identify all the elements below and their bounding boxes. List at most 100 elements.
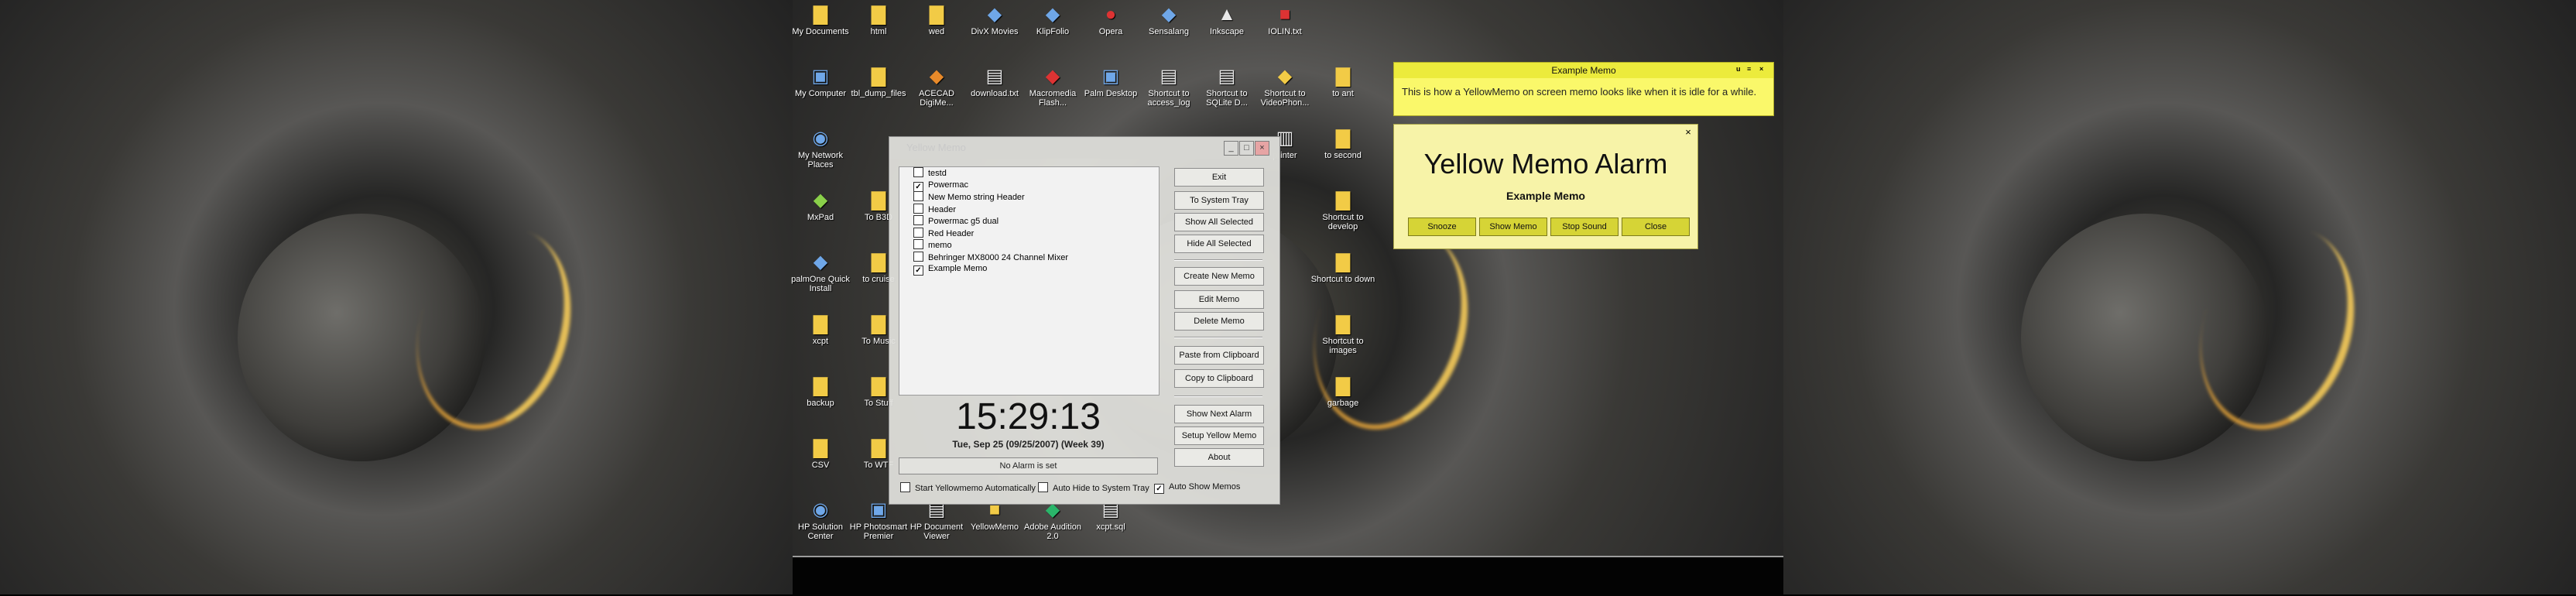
folder-icon: ▇ [1335,313,1351,334]
delete-memo-button[interactable]: Delete Memo [1174,312,1264,331]
alarm-memo-name: Example Memo [1506,190,1585,202]
memo-list-item[interactable]: testd [899,167,1159,180]
desktop-icon-iolin[interactable]: ■ IOLIN.txt [1252,2,1317,53]
option-start-automatically[interactable]: Start Yellowmemo Automatically [900,482,1036,493]
memo-list[interactable]: testd ✓ Powermac New Memo string Header H… [899,166,1160,396]
folder-icon: ▇ [1335,128,1351,149]
show-all-selected-button[interactable]: Show All Selected [1174,213,1264,231]
close-icon[interactable]: × [1255,141,1269,156]
desktop-icon-my-documents[interactable]: ▇ My Documents [788,2,853,53]
desktop-icon-wed[interactable]: ▇ wed [904,2,969,53]
paste-from-clipboard-button[interactable]: Paste from Clipboard [1174,346,1264,365]
desktop-icon-garbage[interactable]: ▇ garbage [1310,373,1375,424]
app-icon: ◆ [1161,4,1177,25]
about-button[interactable]: About [1174,448,1264,467]
desktop-icon-shortcut-develop[interactable]: ▇ Shortcut to develop [1310,187,1375,238]
minimize-icon[interactable]: _ [1224,141,1238,156]
memo-menu-icon[interactable]: ≡ [1747,66,1754,73]
memo-list-item[interactable]: ✓ Powermac [899,180,1159,192]
folder-icon: ▇ [1335,252,1351,272]
memo-checkbox[interactable] [913,203,923,214]
folder-icon: ▇ [871,4,886,25]
desktop-icon-palmone[interactable]: ◆ palmOne Quick Install [788,249,853,300]
desktop-icon-my-computer[interactable]: ▣ My Computer [788,63,853,115]
memo-checkbox[interactable] [913,215,923,225]
app-icon: ◆ [813,252,828,272]
memo-list-item[interactable]: New Memo string Header [899,191,1159,204]
desktop-icon-mxpad[interactable]: ◆ MxPad [788,187,853,238]
memo-checkbox[interactable]: ✓ [913,265,923,276]
to-system-tray-button[interactable]: To System Tray [1174,191,1264,210]
option-checkbox[interactable] [900,482,910,492]
desktop-icon-html[interactable]: ▇ html [846,2,911,53]
hide-all-selected-button[interactable]: Hide All Selected [1174,235,1264,253]
memo-checkbox[interactable] [913,251,923,262]
hp-icon: ▣ [869,499,888,520]
desktop-icon-palm-desktop[interactable]: ▣ Palm Desktop [1078,63,1143,115]
memo-checkbox[interactable] [913,239,923,249]
create-new-memo-button[interactable]: Create New Memo [1174,267,1264,286]
setup-yellow-memo-button[interactable]: Setup Yellow Memo [1174,426,1264,445]
option-checkbox[interactable] [1038,482,1048,492]
show-next-alarm-button[interactable]: Show Next Alarm [1174,405,1264,423]
memo-close-icon[interactable]: × [1759,66,1766,73]
desktop-icon-sensalang[interactable]: ◆ Sensalang [1136,2,1201,53]
stop-sound-button[interactable]: Stop Sound [1550,218,1619,236]
wallpaper-right-monitor [1783,0,2576,594]
option-auto-hide[interactable]: Auto Hide to System Tray [1038,482,1149,493]
desktop-icon-macromedia[interactable]: ◆ Macromedia Flash... [1020,63,1085,115]
desktop-icon-tbl-dump-files[interactable]: ▇ tbl_dump_files [846,63,911,115]
folder-icon: ▇ [871,313,886,334]
option-checkbox[interactable]: ✓ [1154,484,1164,494]
hp-icon: ◉ [812,499,829,520]
desktop-icon-network-places[interactable]: ◉ My Network Places [788,125,853,176]
memo-list-item[interactable]: Powermac g5 dual [899,215,1159,228]
copy-to-clipboard-button[interactable]: Copy to Clipboard [1174,369,1264,388]
exit-button[interactable]: Exit [1174,168,1264,187]
desktop-icon-inkscape[interactable]: ▲ Inkscape [1194,2,1259,53]
desktop-icon-csv[interactable]: ▇ CSV [788,435,853,486]
desktop-icon-klipfolio[interactable]: ◆ KlipFolio [1020,2,1085,53]
desktop-icon-sqlite[interactable]: ▤ Shortcut to SQLite D... [1194,63,1259,115]
memo-note-title[interactable]: Example Memo [1394,63,1773,78]
edit-memo-button[interactable]: Edit Memo [1174,290,1264,309]
desktop-icon-access-log[interactable]: ▤ Shortcut to access_log [1136,63,1201,115]
desktop-icon-xcpt[interactable]: ▇ xcpt [788,311,853,362]
memo-list-item[interactable]: ✓ Example Memo [899,263,1159,276]
taskbar[interactable] [793,556,1783,596]
snooze-button[interactable]: Snooze [1408,218,1476,236]
desktop-icon-divx-movies[interactable]: ◆ DivX Movies [962,2,1027,53]
main-window-titlebar[interactable]: Yellow Memo _ □ × [889,137,1279,159]
memo-checkbox[interactable] [913,227,923,238]
memo-checkbox[interactable] [913,167,923,177]
memo-checkbox[interactable]: ✓ [913,181,923,192]
desktop-icon-to-second[interactable]: ▇ to second [1310,125,1375,176]
memo-list-item[interactable]: Header [899,203,1159,216]
desktop-icon-hp-solution-center[interactable]: ◉ HP Solution Center [788,497,853,548]
option-auto-show[interactable]: ✓ Auto Show Memos [1154,482,1240,494]
memo-pin-icon[interactable]: u [1736,66,1743,73]
desktop-icon-acecad[interactable]: ◆ ACECAD DigiMe... [904,63,969,115]
memo-list-item[interactable]: memo [899,239,1159,252]
text-file-icon: ▤ [985,66,1004,87]
folder-icon: ▇ [929,4,944,25]
desktop-icon-shortcut-images[interactable]: ▇ Shortcut to images [1310,311,1375,362]
desktop-icon-shortcut-down[interactable]: ▇ Shortcut to down [1310,249,1375,300]
alarm-close-button[interactable]: Close [1622,218,1690,236]
memo-checkbox[interactable] [913,191,923,201]
separator [1174,259,1262,261]
desktop-icon-backup[interactable]: ▇ backup [788,373,853,424]
desktop-icon-to-ant[interactable]: ▇ to ant [1310,63,1375,115]
maximize-icon[interactable]: □ [1239,141,1254,156]
close-icon[interactable]: × [1684,127,1693,137]
memo-list-item[interactable]: Behringer MX8000 24 Channel Mixer [899,251,1159,264]
divx-icon: ◆ [987,4,1002,25]
example-memo-note[interactable]: Example Memo u ≡ × This is how a YellowM… [1393,62,1774,116]
desktop-icon-download-txt[interactable]: ▤ download.txt [962,63,1027,115]
memo-list-item[interactable]: Red Header [899,227,1159,240]
desktop-icon-videophone[interactable]: ◆ Shortcut to VideoPhon... [1252,63,1317,115]
show-memo-button[interactable]: Show Memo [1479,218,1547,236]
desktop-icon-opera[interactable]: ● Opera [1078,2,1143,53]
date-display: Tue, Sep 25 (09/25/2007) (Week 39) [952,439,1105,450]
app-icon: ◆ [929,66,944,87]
